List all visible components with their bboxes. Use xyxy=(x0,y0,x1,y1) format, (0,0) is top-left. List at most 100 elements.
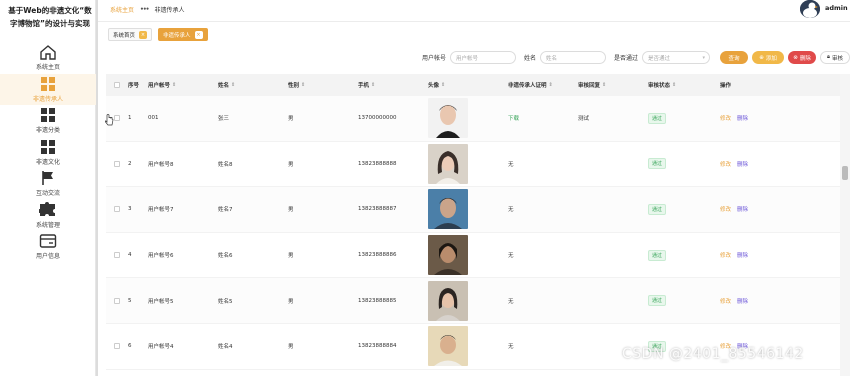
header-label: 姓名 xyxy=(218,83,230,89)
header-name[interactable]: 姓名 ⇕ xyxy=(218,81,288,89)
cell-cert: 无 xyxy=(508,342,578,350)
header-label: 审核状态 xyxy=(648,83,671,89)
cell-ops: 修改 删除 xyxy=(720,297,780,305)
mouse-cursor-icon xyxy=(104,114,114,128)
status-badge: 通过 xyxy=(648,295,667,307)
edit-button[interactable]: 修改 xyxy=(720,114,731,122)
cell-ops: 修改 删除 xyxy=(720,160,780,168)
cell-phone: 13823888884 xyxy=(358,343,397,350)
divider xyxy=(96,0,98,376)
tab-label: 非遗传承人 xyxy=(163,32,191,39)
row-delete-button[interactable]: 删除 xyxy=(737,251,748,259)
cell-sex: 男 xyxy=(288,298,294,305)
row-checkbox[interactable] xyxy=(114,206,120,213)
cell-no: 2 xyxy=(128,160,132,167)
header-photo[interactable]: 头像 ⇕ xyxy=(428,81,508,89)
sort-icon[interactable]: ⇕ xyxy=(549,82,553,88)
sidebar-item-label: 用户信息 xyxy=(35,253,60,261)
pass-label: 是否通过 xyxy=(614,55,639,62)
sidebar-item-heritage-category[interactable]: 非遗分类 xyxy=(0,105,96,137)
avatar-photo[interactable] xyxy=(428,280,468,321)
sort-icon[interactable]: ⇕ xyxy=(231,82,235,88)
sort-icon[interactable]: ⇕ xyxy=(602,82,606,88)
cell-ops: 修改 删除 xyxy=(720,205,780,213)
header-label: 性别 xyxy=(288,83,300,89)
add-button[interactable]: ⊕ 添加 xyxy=(752,51,785,64)
row-checkbox[interactable] xyxy=(114,160,120,167)
sort-icon[interactable]: ⇕ xyxy=(441,82,445,88)
header-sex[interactable]: 性别 ⇕ xyxy=(288,81,358,89)
sidebar-item-heritage-culture[interactable]: 非遗文化 xyxy=(0,137,96,169)
row-checkbox[interactable] xyxy=(114,297,120,304)
tab-label: 系统首页 xyxy=(113,32,136,39)
cell-phone: 13823888885 xyxy=(358,297,397,304)
sort-icon[interactable]: ⇕ xyxy=(371,82,375,88)
row-checkbox-cell xyxy=(106,297,128,304)
row-delete-button[interactable]: 删除 xyxy=(737,160,748,168)
cell-ops: 修改 删除 xyxy=(720,251,780,259)
cell-sex: 男 xyxy=(288,253,294,260)
avatar-photo[interactable] xyxy=(428,326,468,367)
scrollbar-track[interactable] xyxy=(840,74,850,376)
header-status[interactable]: 审核状态 ⇕ xyxy=(648,81,720,89)
avatar-photo[interactable] xyxy=(428,98,468,139)
name-label: 姓名 xyxy=(524,55,537,62)
select-all-checkbox[interactable] xyxy=(114,82,120,88)
scrollbar-thumb[interactable] xyxy=(842,166,848,180)
sidebar-item-system-manage[interactable]: 系统管理 xyxy=(0,200,96,232)
row-delete-button[interactable]: 删除 xyxy=(737,205,748,213)
cell-status: 通过 xyxy=(648,203,720,215)
cell-account: 用户帐号8 xyxy=(148,161,174,168)
header-account[interactable]: 用户帐号 ⇕ xyxy=(148,81,218,89)
sidebar-item-label: 非遗文化 xyxy=(35,158,60,166)
table-body: 1 001 张三男 13700000000 下载 测试 通过 修改 删除 2 用户帐号8 姓名8 男 13… xyxy=(106,96,842,370)
close-icon[interactable]: × xyxy=(139,30,148,39)
header-phone[interactable]: 手机 ⇕ xyxy=(358,81,428,89)
sort-icon[interactable]: ⇕ xyxy=(172,82,176,88)
edit-button[interactable]: 修改 xyxy=(720,160,731,168)
app-title: 基于Web的非遗文化“数 字博物馆”的设计与实现 xyxy=(4,4,96,30)
close-icon[interactable]: × xyxy=(194,30,203,39)
sort-icon[interactable]: ⇕ xyxy=(301,82,305,88)
row-delete-button[interactable]: 删除 xyxy=(737,114,748,122)
account-placeholder: 用户帐号 xyxy=(456,55,479,62)
header-reply[interactable]: 审核回复 ⇕ xyxy=(578,81,648,89)
row-delete-button[interactable]: 删除 xyxy=(737,297,748,305)
account-input[interactable]: 用户帐号 xyxy=(450,51,516,64)
edit-button[interactable]: 修改 xyxy=(720,297,731,305)
pass-select[interactable]: 是否通过 ▾ xyxy=(642,51,711,64)
sidebar-item-interaction[interactable]: 互动交流 xyxy=(0,168,96,200)
row-checkbox[interactable] xyxy=(114,115,120,122)
cert-value[interactable]: 下载 xyxy=(508,114,519,122)
avatar-photo[interactable] xyxy=(428,143,468,184)
tab-heritage-inheritor[interactable]: 非遗传承人 × xyxy=(158,28,208,41)
edit-button[interactable]: 修改 xyxy=(720,251,731,259)
sidebar-item-label: 非遗分类 xyxy=(35,127,60,135)
sidebar-item-user-info[interactable]: 用户信息 xyxy=(0,231,96,263)
row-checkbox[interactable] xyxy=(114,343,120,350)
cert-value: 无 xyxy=(508,298,514,305)
breadcrumb-home[interactable]: 系统主页 xyxy=(110,5,134,14)
cell-reply: 测试 xyxy=(578,116,590,123)
avatar[interactable] xyxy=(800,0,820,18)
delete-button[interactable]: ⊗ 删除 xyxy=(788,51,817,64)
add-button-label: 添加 xyxy=(765,55,777,62)
sidebar-item-label: 系统主页 xyxy=(35,64,60,72)
avatar-photo[interactable] xyxy=(428,235,468,276)
edit-button[interactable]: 修改 xyxy=(720,205,731,213)
cell-photo xyxy=(428,235,508,276)
row-checkbox[interactable] xyxy=(114,252,120,259)
header-cert[interactable]: 非遗传承人证明 ⇕ xyxy=(508,81,578,89)
tab-system-home[interactable]: 系统首页 × xyxy=(108,28,153,41)
audit-button[interactable]: 🔒︎ 审核 xyxy=(820,51,850,64)
name-input[interactable]: 姓名 xyxy=(540,51,606,64)
sidebar-item-home[interactable]: 系统主页 xyxy=(0,42,96,74)
search-button[interactable]: 查询 xyxy=(720,51,749,64)
avatar-photo[interactable] xyxy=(428,189,468,230)
header-label: 头像 xyxy=(428,83,440,89)
cell-cert: 无 xyxy=(508,251,578,259)
sort-icon[interactable]: ⇕ xyxy=(672,82,676,88)
sidebar-item-heritage-inheritor[interactable]: 非遗传承人 xyxy=(0,73,96,105)
username[interactable]: admin xyxy=(825,4,848,12)
cert-value: 无 xyxy=(508,344,514,351)
